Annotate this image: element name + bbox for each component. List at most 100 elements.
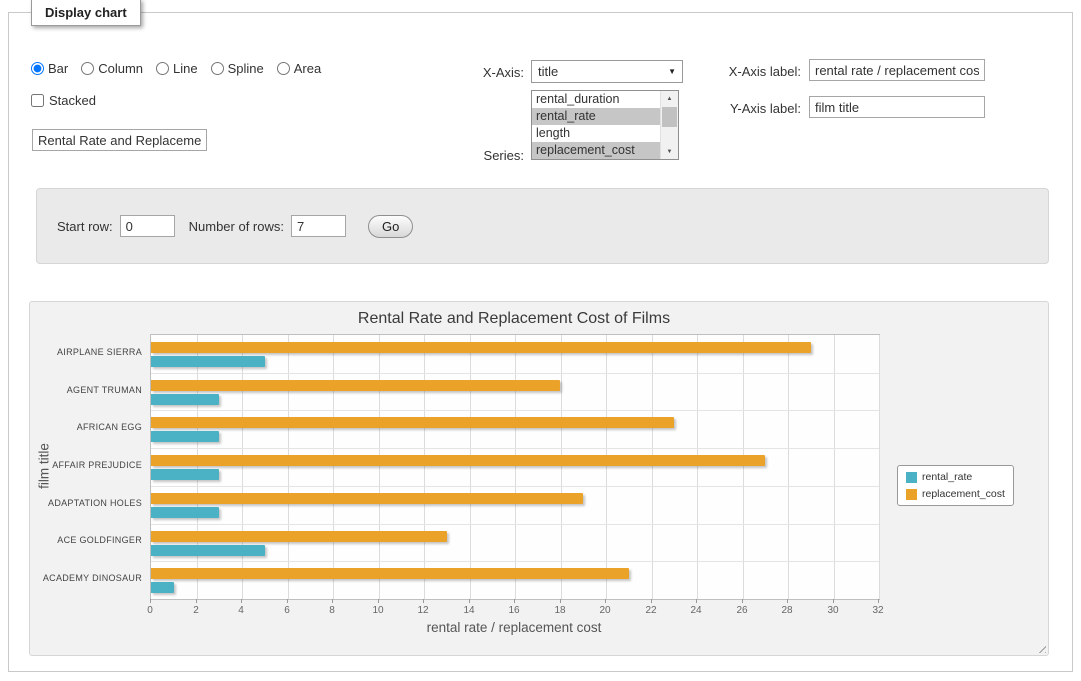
chart-type-option-line[interactable]: Line: [156, 61, 198, 76]
gridline-horizontal: [151, 410, 879, 411]
x-axis-selected-value: title: [538, 64, 558, 79]
series-option-rental_rate[interactable]: rental_rate: [532, 108, 660, 125]
x-axis-tick: [469, 599, 470, 603]
bar-replacement_cost: [151, 493, 583, 504]
x-axis-label-label: X-Axis label:: [697, 64, 801, 79]
number-of-rows-input[interactable]: [291, 215, 346, 237]
resize-handle-icon[interactable]: [1035, 642, 1046, 653]
x-tick-label: 12: [408, 605, 438, 616]
x-tick-label: 2: [181, 605, 211, 616]
series-option-length[interactable]: length: [532, 125, 660, 142]
series-option-rental_duration[interactable]: rental_duration: [532, 91, 660, 108]
x-axis-tick: [605, 599, 606, 603]
start-row-input[interactable]: [120, 215, 175, 237]
gridline-horizontal: [151, 524, 879, 525]
chart-type-group: Bar Column Line Spline Area: [31, 61, 321, 76]
x-tick-label: 6: [272, 605, 302, 616]
x-tick-label: 16: [499, 605, 529, 616]
bar-rental_rate: [151, 469, 219, 480]
plot-area: [150, 334, 880, 600]
x-axis-tick: [651, 599, 652, 603]
series-option-replacement_cost[interactable]: replacement_cost: [532, 142, 660, 159]
gridline-vertical: [197, 335, 198, 599]
gridline-vertical: [470, 335, 471, 599]
rows-panel: Start row: Number of rows: Go: [36, 188, 1049, 264]
x-tick-label: 22: [636, 605, 666, 616]
x-axis-tick: [332, 599, 333, 603]
x-axis-tick: [787, 599, 788, 603]
x-axis-tick: [196, 599, 197, 603]
chart-type-option-bar[interactable]: Bar: [31, 61, 68, 76]
x-axis-tick: [423, 599, 424, 603]
chart-type-radio-spline[interactable]: [211, 62, 224, 75]
x-axis-title: rental rate / replacement cost: [150, 620, 878, 635]
y-axis-label-input[interactable]: [809, 96, 985, 118]
bar-replacement_cost: [151, 342, 811, 353]
bar-rental_rate: [151, 431, 219, 442]
down-arrow-icon: ▼: [667, 149, 673, 155]
x-tick-label: 20: [590, 605, 620, 616]
x-axis-label-input[interactable]: [809, 59, 985, 81]
x-tick-label: 8: [317, 605, 347, 616]
gridline-vertical: [697, 335, 698, 599]
gridline-horizontal: [151, 448, 879, 449]
bar-rental_rate: [151, 507, 219, 518]
series-listbox-label: Series:: [429, 148, 524, 163]
gridline-vertical: [561, 335, 562, 599]
chart-type-option-label: Column: [98, 61, 143, 76]
bar-rental_rate: [151, 582, 174, 593]
scrollbar-thumb[interactable]: [662, 107, 677, 127]
x-tick-label: 30: [818, 605, 848, 616]
scrollbar-track[interactable]: [661, 106, 678, 144]
gridline-vertical: [788, 335, 789, 599]
dropdown-arrow-icon: ▼: [668, 67, 676, 76]
chart-type-option-column[interactable]: Column: [81, 61, 143, 76]
stacked-checkbox[interactable]: [31, 94, 44, 107]
x-axis-tick: [287, 599, 288, 603]
x-tick-label: 26: [727, 605, 757, 616]
y-category-label: ACADEMY DINOSAUR: [30, 573, 142, 583]
x-axis-tick: [696, 599, 697, 603]
chart-type-option-label: Bar: [48, 61, 68, 76]
series-listbox-options: rental_durationrental_ratelengthreplacem…: [532, 91, 660, 159]
stacked-option[interactable]: Stacked: [31, 93, 96, 108]
scroll-up-button[interactable]: ▲: [661, 91, 678, 106]
legend-label: rental_rate: [922, 471, 972, 483]
go-button[interactable]: Go: [368, 215, 413, 238]
chart-type-radio-line[interactable]: [156, 62, 169, 75]
series-listbox[interactable]: rental_durationrental_ratelengthreplacem…: [531, 90, 679, 160]
chart-type-option-label: Line: [173, 61, 198, 76]
bar-rental_rate: [151, 356, 265, 367]
y-category-label: ACE GOLDFINGER: [30, 535, 142, 545]
up-arrow-icon: ▲: [667, 96, 673, 102]
number-of-rows-label: Number of rows:: [189, 219, 284, 234]
chart-type-radio-area[interactable]: [277, 62, 290, 75]
scroll-down-button[interactable]: ▼: [661, 144, 678, 159]
panel-title: Display chart: [31, 0, 141, 26]
gridline-vertical: [424, 335, 425, 599]
x-tick-label: 4: [226, 605, 256, 616]
gridline-vertical: [743, 335, 744, 599]
series-scrollbar[interactable]: ▲ ▼: [660, 91, 678, 159]
x-axis-tick: [378, 599, 379, 603]
x-axis-select[interactable]: title ▼: [531, 60, 683, 83]
chart-type-option-area[interactable]: Area: [277, 61, 321, 76]
bar-rental_rate: [151, 394, 219, 405]
y-category-label: AFRICAN EGG: [30, 422, 142, 432]
gridline-vertical: [515, 335, 516, 599]
chart-type-radio-bar[interactable]: [31, 62, 44, 75]
legend-item-rental_rate: rental_rate: [906, 471, 1005, 483]
x-axis-tick: [241, 599, 242, 603]
chart-type-option-spline[interactable]: Spline: [211, 61, 264, 76]
x-axis-tick: [150, 599, 151, 603]
legend-label: replacement_cost: [922, 488, 1005, 500]
bar-replacement_cost: [151, 531, 447, 542]
chart-legend: rental_rate replacement_cost: [897, 465, 1014, 506]
chart-type-radio-column[interactable]: [81, 62, 94, 75]
chart-title-input[interactable]: [32, 129, 207, 151]
x-tick-label: 14: [454, 605, 484, 616]
bar-replacement_cost: [151, 568, 629, 579]
stacked-label: Stacked: [49, 93, 96, 108]
x-tick-label: 18: [545, 605, 575, 616]
app: Display chart Bar Column Line Spline Area St…: [0, 0, 1081, 681]
